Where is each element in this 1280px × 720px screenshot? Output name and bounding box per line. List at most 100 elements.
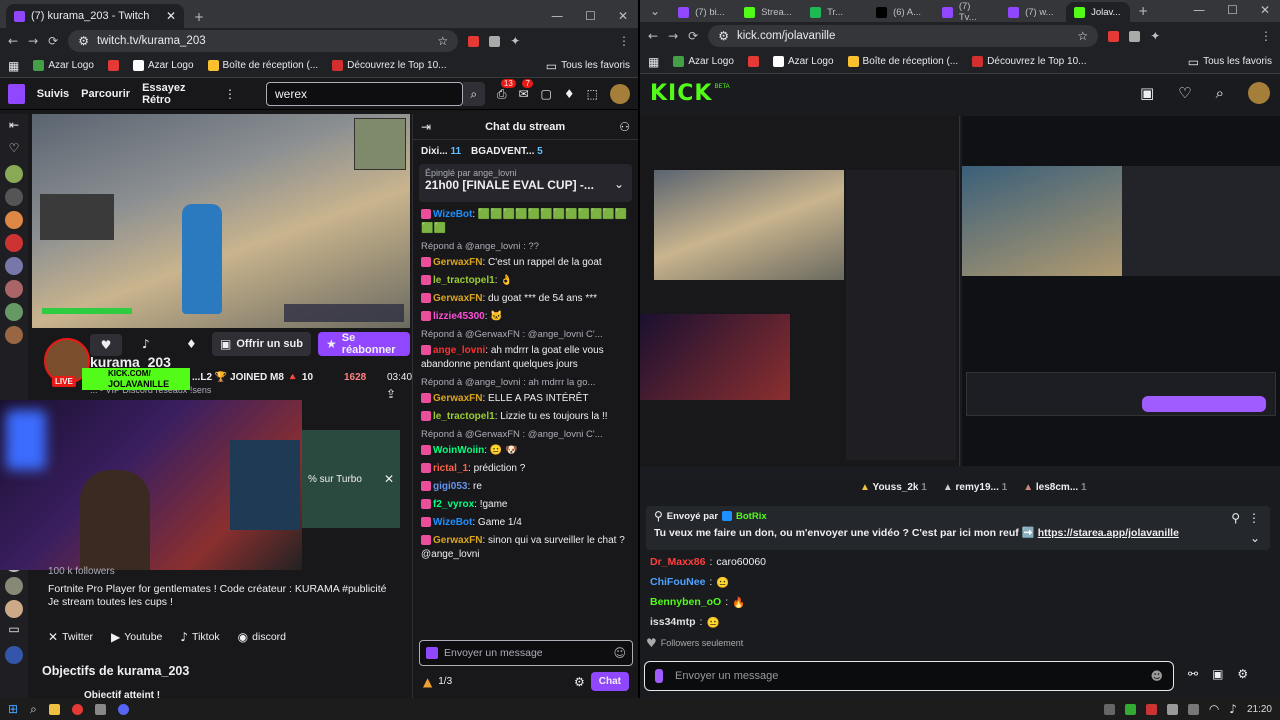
gifter[interactable]: ▲ remy19... 1 bbox=[943, 482, 1007, 493]
followed-channel-avatar[interactable] bbox=[5, 303, 23, 321]
address-bar[interactable]: ⚙ twitch.tv/kurama_203 ☆ bbox=[68, 30, 459, 52]
chat-username[interactable]: gigi053 bbox=[433, 481, 467, 492]
forward-icon[interactable]: → bbox=[28, 35, 38, 47]
followed-channel-avatar[interactable] bbox=[5, 577, 23, 595]
bookmark-item[interactable]: Découvrez le Top 10... bbox=[332, 60, 446, 71]
chrome-icon[interactable] bbox=[71, 703, 83, 715]
settings-icon[interactable]: ⚙ bbox=[1237, 668, 1248, 680]
maximize-icon[interactable]: ☐ bbox=[1227, 4, 1238, 16]
bookmark-item[interactable]: Azar Logo bbox=[772, 56, 834, 67]
chat-username[interactable]: lizzie45300 bbox=[433, 311, 485, 322]
chat-username[interactable]: ange_lovni bbox=[433, 345, 485, 356]
maximize-icon[interactable]: ☐ bbox=[585, 10, 596, 22]
new-tab-icon[interactable]: + bbox=[194, 11, 204, 23]
chat-username[interactable]: Dr_Maxx86 bbox=[650, 556, 705, 568]
tray-icon[interactable] bbox=[1145, 703, 1157, 715]
browser-tab[interactable]: (7) bi... bbox=[670, 2, 734, 22]
more-dots-icon[interactable]: ⋮ bbox=[224, 88, 236, 100]
nav-retro[interactable]: Essayez Rétro bbox=[142, 82, 212, 106]
chat-badge-icon[interactable] bbox=[426, 647, 438, 659]
nav-browse[interactable]: Parcourir bbox=[81, 88, 130, 100]
channel-points-icon[interactable]: ▲ bbox=[423, 676, 432, 688]
bookmark-item[interactable]: Boîte de réception (... bbox=[207, 60, 318, 71]
gifter[interactable]: BGADVENT... 5 bbox=[471, 146, 543, 157]
tray-icon[interactable] bbox=[1124, 703, 1136, 715]
calendar-icon[interactable]: ▣ bbox=[1140, 85, 1154, 101]
bits-icon[interactable]: ⬚ bbox=[587, 88, 598, 100]
site-info-icon[interactable]: ⚙ bbox=[78, 35, 89, 47]
camera-icon[interactable]: ▭ bbox=[5, 623, 23, 641]
forward-icon[interactable]: → bbox=[668, 30, 678, 42]
reply-context[interactable]: Répond à @GerwaxFN : @ange_lovni C'... bbox=[421, 328, 630, 342]
resubscribe-button[interactable]: ★ Se réabonner bbox=[318, 332, 410, 356]
heart-icon[interactable]: ♡ bbox=[1178, 85, 1191, 101]
chat-username[interactable]: WizeBot bbox=[433, 209, 472, 220]
puzzle-icon[interactable]: ✦ bbox=[1150, 30, 1160, 42]
browser-tab[interactable]: (6) A... bbox=[868, 2, 932, 22]
apps-icon[interactable]: ▦ bbox=[8, 60, 19, 72]
link-icon[interactable]: ⚯ bbox=[1188, 668, 1198, 680]
send-chat-button[interactable]: Chat bbox=[590, 672, 629, 691]
followed-channel-avatar[interactable] bbox=[5, 326, 23, 344]
nav-following[interactable]: Suivis bbox=[37, 88, 69, 100]
puzzle-icon[interactable]: ✦ bbox=[510, 35, 520, 47]
twitter-link[interactable]: ✕ Twitter bbox=[48, 631, 93, 643]
donation-link[interactable]: https://starea.app/jolavanille bbox=[1038, 527, 1179, 539]
close-window-icon[interactable]: ✕ bbox=[1260, 4, 1270, 16]
tiktok-link[interactable]: ♪ Tiktok bbox=[180, 631, 219, 643]
browser-tab[interactable]: (7) Tv... bbox=[934, 1, 998, 23]
followed-channel-avatar[interactable] bbox=[5, 280, 23, 298]
crown-icon[interactable]: ♦ bbox=[564, 88, 575, 100]
all-bookmarks[interactable]: ▭ Tous les favoris bbox=[546, 60, 630, 72]
reply-context[interactable]: Répond à @ange_lovni : ah mdrrr la go... bbox=[421, 376, 630, 390]
browser-tab[interactable]: Tr... bbox=[802, 2, 866, 22]
windows-start-icon[interactable]: ⊞ bbox=[8, 703, 18, 715]
minimize-icon[interactable]: — bbox=[1193, 4, 1205, 16]
gifter[interactable]: ▲ les8cm... 1 bbox=[1023, 482, 1086, 493]
share-icon[interactable]: ⇪ bbox=[386, 388, 396, 400]
bookmark-item[interactable]: Découvrez le Top 10... bbox=[972, 56, 1086, 67]
kick-video-player[interactable] bbox=[640, 116, 1280, 478]
chevron-down-icon[interactable]: ⌄ bbox=[1250, 532, 1260, 544]
menu-dots-icon[interactable]: ⋮ bbox=[618, 35, 630, 47]
chat-username[interactable]: WoinWoiin bbox=[433, 445, 484, 456]
chat-username[interactable]: ChiFouNee bbox=[650, 576, 705, 588]
gift-icon[interactable]: ▣ bbox=[1212, 668, 1223, 680]
chat-username[interactable]: le_tractopel1 bbox=[433, 411, 495, 422]
chat-input[interactable]: Envoyer un message ☺ bbox=[419, 640, 633, 666]
search-input[interactable]: werex bbox=[266, 81, 463, 106]
new-tab-icon[interactable]: + bbox=[1138, 5, 1148, 17]
tray-icon[interactable] bbox=[1187, 703, 1199, 715]
emote-icon[interactable]: ☺ bbox=[613, 647, 626, 659]
bookmark-item[interactable] bbox=[107, 60, 119, 71]
bookmark-star-icon[interactable]: ☆ bbox=[437, 35, 448, 47]
search-icon[interactable]: ⌕ bbox=[30, 703, 37, 715]
tray-icon[interactable] bbox=[1103, 703, 1115, 715]
bookmark-item[interactable]: Azar Logo bbox=[673, 56, 734, 67]
search-button[interactable]: ⌕ bbox=[462, 81, 485, 106]
back-icon[interactable]: ← bbox=[8, 35, 18, 47]
whispers-icon[interactable]: ▢ bbox=[541, 88, 552, 100]
tab-search-icon[interactable]: ⌄ bbox=[650, 5, 660, 17]
followed-channel-avatar[interactable] bbox=[5, 257, 23, 275]
extension-icon[interactable] bbox=[1108, 30, 1120, 42]
bookmark-item[interactable]: Boîte de réception (... bbox=[847, 56, 958, 67]
address-bar[interactable]: ⚙ kick.com/jolavanille ☆ bbox=[708, 25, 1099, 47]
clock[interactable]: 21:20 bbox=[1247, 704, 1272, 715]
gifter[interactable]: ▲ Youss_2k 1 bbox=[860, 482, 927, 493]
kick-logo[interactable]: KICK bbox=[650, 81, 712, 106]
all-bookmarks[interactable]: ▭ Tous les favoris bbox=[1188, 56, 1272, 68]
kick-chat-input[interactable]: Envoyer un message ☻ bbox=[644, 661, 1174, 691]
chat-username[interactable]: le_tractopel1 bbox=[433, 275, 495, 286]
settings-icon[interactable]: ⚙ bbox=[574, 676, 585, 688]
chat-username[interactable]: f2_vyrox bbox=[433, 499, 474, 510]
crown-icon[interactable]: ♦ bbox=[186, 338, 197, 350]
extension-icon[interactable] bbox=[1129, 30, 1141, 42]
chat-username[interactable]: GerwaxFN bbox=[433, 293, 482, 304]
twitch-logo-icon[interactable] bbox=[8, 83, 25, 104]
followed-channel-avatar[interactable] bbox=[5, 600, 23, 618]
user-avatar[interactable] bbox=[1248, 82, 1270, 104]
wifi-icon[interactable]: ◠ bbox=[1209, 703, 1219, 715]
search-icon[interactable]: ⌕ bbox=[1216, 85, 1224, 101]
reload-icon[interactable]: ⟳ bbox=[688, 30, 698, 42]
